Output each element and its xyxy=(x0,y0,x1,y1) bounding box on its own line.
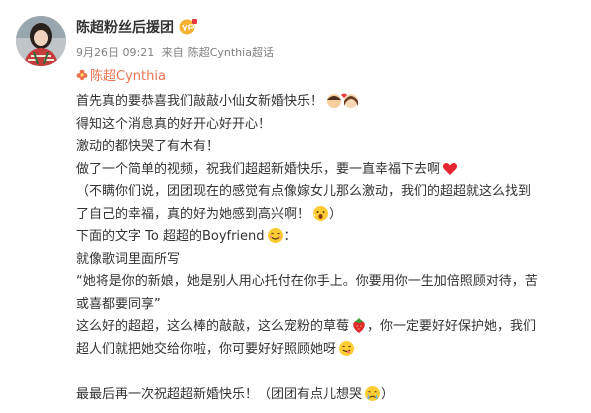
username[interactable]: 陈超粉丝后援团 xyxy=(76,19,174,37)
avatar-image xyxy=(16,16,66,66)
heart-icon xyxy=(442,162,458,175)
supertopic-flower-icon xyxy=(76,69,88,81)
post-line: “她将是你的新娘，她是别人用心托付在你手上。你要用你一生加倍照顾对待，苦 xyxy=(76,271,581,294)
post-line: 首先真的要恭喜我们敲敲小仙女新婚快乐！ xyxy=(76,91,581,114)
post-line-suffix: ： xyxy=(283,229,297,244)
crying-emoji-icon xyxy=(365,385,381,401)
yummy-emoji-icon xyxy=(339,340,355,356)
post-line: （不瞒你们说，团团现在的感觉有点像嫁女儿那么激动，我们的超超就这么找到 xyxy=(76,181,581,204)
post-line-text: 做了一个简单的视频，祝我们超超新婚快乐，要一直幸福下去啊 xyxy=(76,161,441,177)
post-line-text: 激动的都快哭了有木有！ xyxy=(76,139,220,154)
post-meta: 9月26日 09:21 来自 陈超Cynthia超话 xyxy=(76,46,278,60)
post-line-suffix: ，你一定要好好保护她，我们 xyxy=(367,319,537,334)
post-line-text: 首先真的要恭喜我们敲敲小仙女新婚快乐！ xyxy=(76,94,324,109)
post-line: 下面的文字 To 超超的Boyfriend ： xyxy=(76,226,581,249)
post-line-blank xyxy=(76,361,581,384)
post-content: 首先真的要恭喜我们敲敲小仙女新婚快乐！ 得知这个消息真的好开心好开心！ 激动的都… xyxy=(76,91,581,406)
post-line: 最最后再一次祝超超新婚快乐！（团团有点儿想哭 ） xyxy=(76,384,581,407)
post-line-suffix: ） xyxy=(329,206,343,222)
post-line: 超人们就把她交给你啦，你可要好好照顾她呀 xyxy=(76,339,581,362)
mention-link[interactable]: 陈超Cynthia xyxy=(90,69,166,84)
surprised-emoji-icon xyxy=(313,205,329,221)
post-line: 就像歌词里面所写 xyxy=(76,249,581,272)
post-line: 激动的都快哭了有木有！ xyxy=(76,136,581,159)
couple-emoji-icon xyxy=(327,93,359,108)
supertopic-mention[interactable]: 陈超Cynthia xyxy=(76,69,166,85)
post-line: 得知这个消息真的好开心好开心！ xyxy=(76,114,581,137)
post-line-text: 或喜都要同享” xyxy=(76,296,161,312)
post-line-suffix: ） xyxy=(381,386,395,402)
avatar[interactable] xyxy=(16,16,66,66)
from-label: 来自 xyxy=(161,46,184,59)
post-line: 这么好的超超，这么棒的敲敲，这么宠粉的草莓 ，你一定要好好保护她，我们 xyxy=(76,316,581,339)
post-line: 做了一个简单的视频，祝我们超超新婚快乐，要一直幸福下去啊 xyxy=(76,159,581,182)
post-line-text: 得知这个消息真的好开心好开心！ xyxy=(76,116,272,132)
post-line-text: 下面的文字 To 超超的Boyfriend xyxy=(76,229,265,244)
post-line-text: 超人们就把她交给你啦，你可要好好照顾她呀 xyxy=(76,341,337,357)
post-line-text: 这么好的超超，这么棒的敲敲，这么宠粉的草莓 xyxy=(76,319,350,334)
post-line-text: 就像歌词里面所写 xyxy=(76,251,181,267)
vip-badge-icon[interactable] xyxy=(178,18,198,36)
post-date[interactable]: 9月26日 09:21 xyxy=(76,46,154,59)
post-source[interactable]: 陈超Cynthia超话 xyxy=(188,46,274,59)
post-line-text: （不瞒你们说，团团现在的感觉有点像嫁女儿那么激动，我们的超超就这么找到 xyxy=(76,184,532,199)
post-line-text: “她将是你的新娘，她是别人用心托付在你手上。你要用你一生加倍照顾对待，苦 xyxy=(76,274,538,289)
smile-emoji-icon xyxy=(267,228,283,243)
post-line: 或喜都要同享” xyxy=(76,294,581,317)
strawberry-icon xyxy=(353,318,365,333)
post-line-text: 最最后再一次祝超超新婚快乐！（团团有点儿想哭 xyxy=(76,386,363,402)
post-line: 了自己的幸福，真的好为她感到高兴啊！ ） xyxy=(76,204,581,227)
post-line-text: 了自己的幸福，真的好为她感到高兴啊！ xyxy=(76,206,311,222)
